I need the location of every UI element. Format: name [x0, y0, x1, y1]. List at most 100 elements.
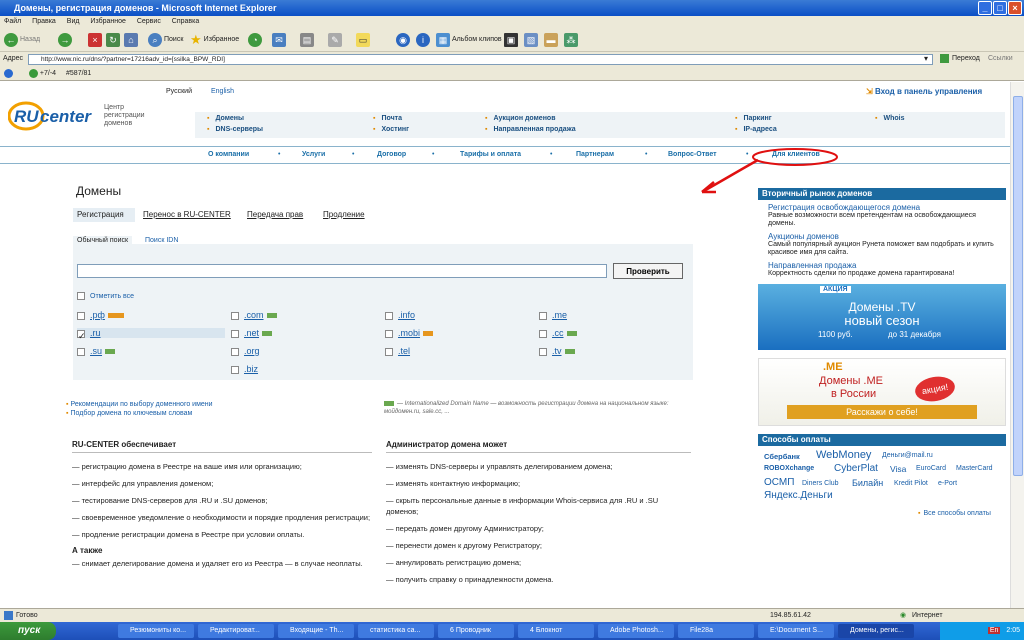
vertical-scrollbar[interactable]	[1010, 82, 1024, 608]
nav-mail[interactable]: ▪ Почта	[373, 115, 402, 122]
taskbar-item[interactable]: Входящие - Th...	[278, 624, 354, 638]
tab-registration[interactable]: Регистрация	[73, 208, 135, 222]
taskbar-item[interactable]: Резюмониты ко...	[118, 624, 194, 638]
nav-about[interactable]: О компании	[208, 151, 249, 158]
menu-edit[interactable]: Правка	[32, 18, 56, 25]
tv-banner[interactable]: АКЦИЯ Домены .TV новый сезон 1100 руб. д…	[758, 284, 1006, 350]
login-link[interactable]: ⇲ Вход в панель управления	[866, 87, 982, 96]
nav-dns[interactable]: ▪ DNS-серверы	[207, 126, 263, 133]
menu-tools[interactable]: Сервис	[137, 18, 161, 25]
provides-item[interactable]: — продление регистрации домена в Реестре…	[72, 529, 372, 540]
zone-ru-checkbox-checked[interactable]: ✓	[77, 329, 86, 341]
me-banner[interactable]: .ME Домены .ME в России акция! Расскажи …	[758, 358, 1006, 426]
nav-directed-sale[interactable]: ▪ Направленная продажа	[485, 126, 576, 133]
favorites-button[interactable]: ★ Избранное	[190, 32, 239, 48]
nav-ip[interactable]: ▪ IP-адреса	[735, 126, 777, 133]
notes-button[interactable]: ▭	[356, 32, 370, 48]
zone-com[interactable]: .com	[231, 310, 277, 320]
nav-partners[interactable]: Партнерам	[576, 151, 614, 158]
provides-item[interactable]: — тестирование DNS-серверов для .RU и .S…	[72, 495, 372, 506]
admin-item[interactable]: — аннулировать регистрацию домена;	[386, 557, 691, 568]
print-button[interactable]: ▤	[300, 32, 314, 48]
nav-whois[interactable]: ▪ Whois	[875, 115, 904, 122]
site-logo[interactable]: RU center Центр регистрации доменов	[7, 96, 145, 138]
tab-transfer-rights[interactable]: Передача прав	[247, 210, 303, 219]
domain-search-input[interactable]	[77, 264, 607, 278]
tool3-button[interactable]: ⁂	[564, 32, 578, 48]
history-button[interactable]: ◔	[248, 32, 262, 48]
zone-rf[interactable]: .рф	[77, 310, 124, 320]
home-button[interactable]: ⌂	[124, 32, 138, 48]
admin-item[interactable]: — скрыть персональные данные в информаци…	[386, 495, 691, 517]
market-item[interactable]: Направленная продажа Корректность сделки…	[768, 262, 1002, 278]
back-button[interactable]: ← Назад	[4, 32, 40, 48]
check-button[interactable]: Проверить	[613, 263, 683, 279]
provides-item[interactable]: — своевременное уведомление о необходимо…	[72, 512, 372, 523]
zone-tv[interactable]: .tv	[539, 346, 575, 356]
address-input[interactable]: http://www.nic.ru/dns/?partner=17216adv_…	[28, 54, 933, 65]
nav-auction[interactable]: ▪ Аукцион доменов	[485, 115, 556, 122]
taskbar-item[interactable]: File28a	[678, 624, 754, 638]
screenshot-button[interactable]: ▣	[504, 32, 518, 48]
nav-contract[interactable]: Договор	[377, 151, 406, 158]
messenger-button[interactable]: ◉	[396, 32, 410, 48]
admin-item[interactable]: — изменять контактную информацию;	[386, 478, 691, 489]
taskbar-item[interactable]: Редактироват...	[198, 624, 274, 638]
links-label[interactable]: Ссылки	[988, 55, 1013, 62]
nav-hosting[interactable]: ▪ Хостинг	[373, 126, 409, 133]
all-payments-link[interactable]: ▪ Все способы оплаты	[918, 510, 991, 517]
tab-transfer[interactable]: Перенос в RU-CENTER	[143, 210, 231, 219]
zone-biz[interactable]: .biz	[231, 364, 258, 374]
tab-renewal[interactable]: Продление	[323, 210, 365, 219]
market-item[interactable]: Регистрация освобождающегося домена Равн…	[768, 204, 1002, 228]
taskbar-item[interactable]: 6 Проводник	[438, 624, 514, 638]
taskbar-item[interactable]: 4 Блокнот	[518, 624, 594, 638]
zone-su[interactable]: .su	[77, 346, 116, 356]
edit-button[interactable]: ✎	[328, 32, 342, 48]
zone-mobi[interactable]: .mobi	[385, 328, 434, 338]
taskbar-item[interactable]: статистика са...	[358, 624, 434, 638]
admin-item[interactable]: — перенести домен к другому Регистратору…	[386, 540, 691, 551]
nav-domains[interactable]: ▪ Домены	[207, 115, 244, 122]
menu-file[interactable]: Файл	[4, 18, 21, 25]
search-button[interactable]: ⌕ Поиск	[148, 32, 183, 48]
menu-view[interactable]: Вид	[67, 18, 80, 25]
search-tab-normal[interactable]: Обычный поиск	[73, 236, 133, 246]
lang-indicator[interactable]: En	[987, 627, 1001, 634]
zone-org[interactable]: .org	[231, 346, 260, 356]
reco-choose-link[interactable]: ▪ Рекомендации по выбору доменного имени	[66, 400, 213, 409]
reco-keywords-link[interactable]: ▪ Подбор домена по ключевым словам	[66, 409, 213, 418]
lang-en[interactable]: English	[211, 88, 234, 95]
taskbar-item-active[interactable]: Домены, регис...	[838, 624, 914, 638]
zone-net[interactable]: .net	[231, 328, 273, 338]
minimize-button[interactable]: _	[978, 1, 992, 15]
also-item[interactable]: — снимает делегирование домена и удаляет…	[72, 558, 372, 569]
nav-parking[interactable]: ▪ Паркинг	[735, 115, 772, 122]
select-all-checkbox[interactable]	[77, 292, 85, 300]
menu-favorites[interactable]: Избранное	[90, 18, 125, 25]
admin-item[interactable]: — изменять DNS-серверы и управлять делег…	[386, 461, 691, 472]
admin-item[interactable]: — получить справку о принадлежности доме…	[386, 574, 691, 585]
tool1-button[interactable]: ▧	[524, 32, 538, 48]
rating-icon[interactable]	[4, 68, 13, 78]
research-button[interactable]: i	[416, 32, 430, 48]
stop-button[interactable]: ×	[88, 32, 102, 48]
taskbar-item[interactable]: E:\Document S...	[758, 624, 834, 638]
start-button[interactable]: пуск	[0, 622, 56, 640]
album-button[interactable]: ▦ Альбом клипов	[436, 32, 502, 48]
go-button[interactable]: Переход	[952, 55, 980, 62]
lang-ru[interactable]: Русский	[166, 88, 192, 95]
close-button[interactable]: ×	[1008, 1, 1022, 15]
zone-ru[interactable]: ✓ .ru	[77, 328, 225, 341]
mail-button[interactable]: ✉	[272, 32, 286, 48]
nav-services[interactable]: Услуги	[302, 151, 325, 158]
search-tab-idn[interactable]: Поиск IDN	[145, 237, 178, 244]
select-all[interactable]: Отметить все	[77, 292, 134, 300]
forward-button[interactable]: →	[58, 32, 72, 48]
nav-tariffs[interactable]: Тарифы и оплата	[460, 151, 521, 158]
zone-cc[interactable]: .cc	[539, 328, 577, 338]
refresh-button[interactable]: ↻	[106, 32, 120, 48]
go-arrow-icon[interactable]	[940, 54, 949, 63]
zone-info[interactable]: .info	[385, 310, 415, 320]
menu-help[interactable]: Справка	[172, 18, 199, 25]
